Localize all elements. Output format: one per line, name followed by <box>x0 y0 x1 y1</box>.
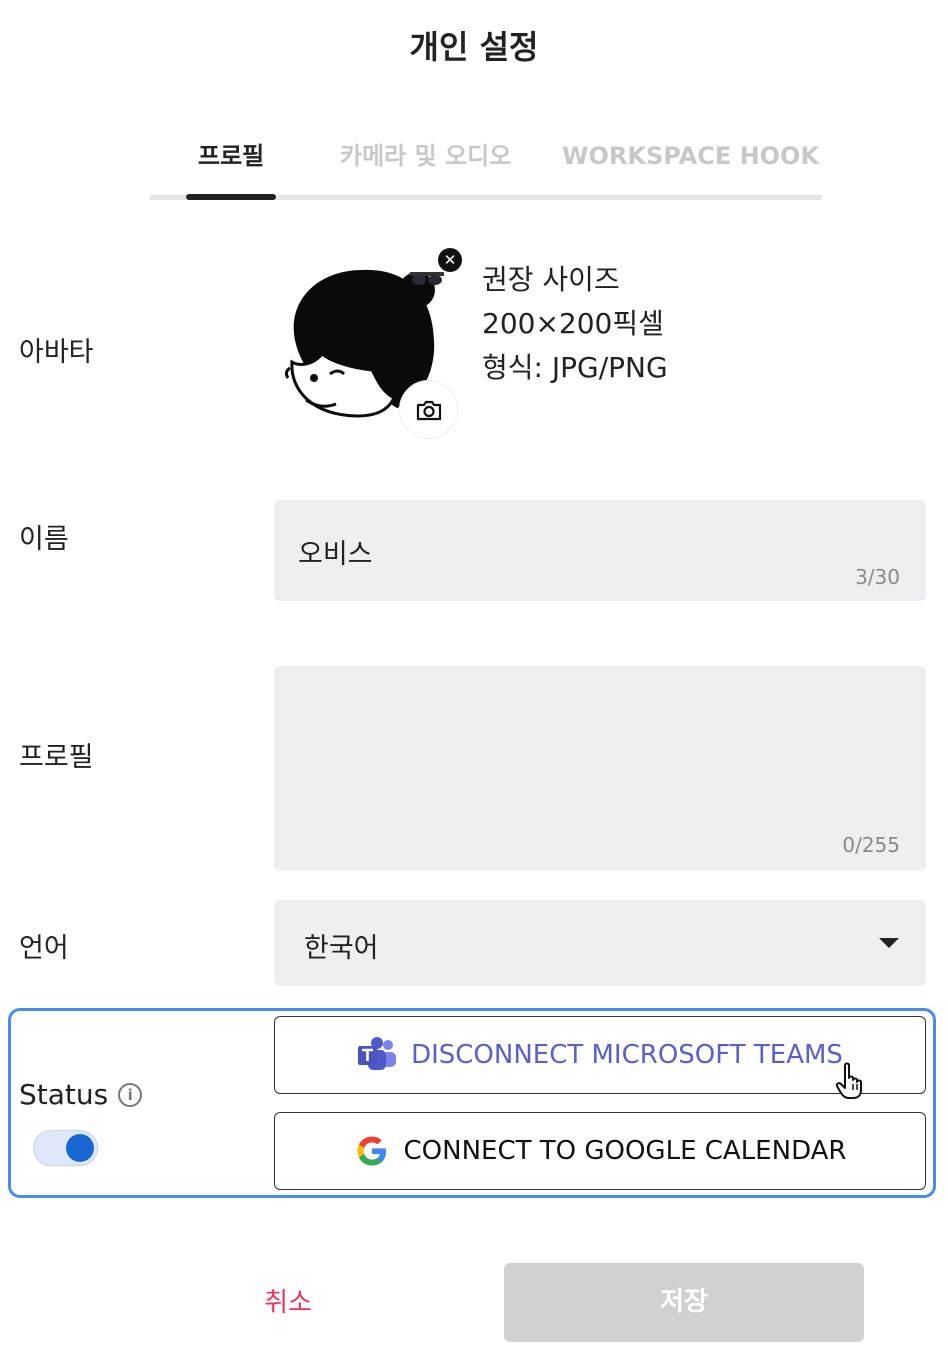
remove-avatar-button[interactable]: ✕ <box>438 248 462 272</box>
avatar: ✕ <box>282 248 462 440</box>
connect-google-calendar-button[interactable]: CONNECT TO GOOGLE CALENDAR <box>274 1112 926 1190</box>
toggle-knob <box>66 1134 94 1162</box>
avatar-hint: 권장 사이즈 200×200픽셀 형식: JPG/PNG <box>482 258 668 390</box>
upload-avatar-button[interactable] <box>399 380 458 439</box>
name-char-counter: 3/30 <box>855 565 900 589</box>
status-toggle[interactable] <box>33 1130 98 1166</box>
google-button-label: CONNECT TO GOOGLE CALENDAR <box>403 1136 847 1166</box>
name-field[interactable]: 오비스 3/30 <box>274 500 926 601</box>
profile-char-counter: 0/255 <box>842 833 900 857</box>
page-title: 개인 설정 <box>409 28 539 66</box>
microsoft-teams-icon <box>358 1037 397 1070</box>
status-label: Status <box>19 1078 109 1111</box>
language-label: 언어 <box>19 933 69 964</box>
camera-icon <box>416 400 441 420</box>
active-tab-indicator <box>186 194 276 200</box>
status-label-row: Status i <box>19 1078 143 1111</box>
tab-profile[interactable]: 프로필 <box>198 136 264 194</box>
chevron-down-icon <box>879 938 899 948</box>
profile-label: 프로필 <box>19 742 94 773</box>
avatar-hint-line: 형식: JPG/PNG <box>482 351 668 384</box>
avatar-hint-line: 권장 사이즈 <box>482 263 620 296</box>
save-button[interactable]: 저장 <box>504 1263 864 1342</box>
google-icon <box>357 1136 386 1166</box>
language-select[interactable]: 한국어 <box>274 900 926 986</box>
tab-bar: 프로필 카메라 및 오디오 WORKSPACE HOOK <box>150 136 822 200</box>
tab-camera-audio[interactable]: 카메라 및 오디오 <box>340 136 511 194</box>
profile-textarea[interactable]: 0/255 <box>274 666 926 871</box>
language-selected-value: 한국어 <box>304 933 379 964</box>
avatar-label: 아바타 <box>19 337 94 368</box>
name-label: 이름 <box>19 524 69 555</box>
close-icon: ✕ <box>443 251 457 269</box>
tab-workspace-hook[interactable]: WORKSPACE HOOK <box>562 136 819 194</box>
disconnect-teams-button[interactable]: DISCONNECT MICROSOFT TEAMS <box>274 1016 926 1094</box>
name-input-value: 오비스 <box>298 539 373 570</box>
avatar-hint-line: 200×200픽셀 <box>482 307 664 340</box>
teams-button-label: DISCONNECT MICROSOFT TEAMS <box>411 1040 843 1070</box>
cancel-button[interactable]: 취소 <box>190 1265 386 1341</box>
hand-cursor-icon <box>836 1062 862 1099</box>
info-icon[interactable]: i <box>118 1082 143 1107</box>
